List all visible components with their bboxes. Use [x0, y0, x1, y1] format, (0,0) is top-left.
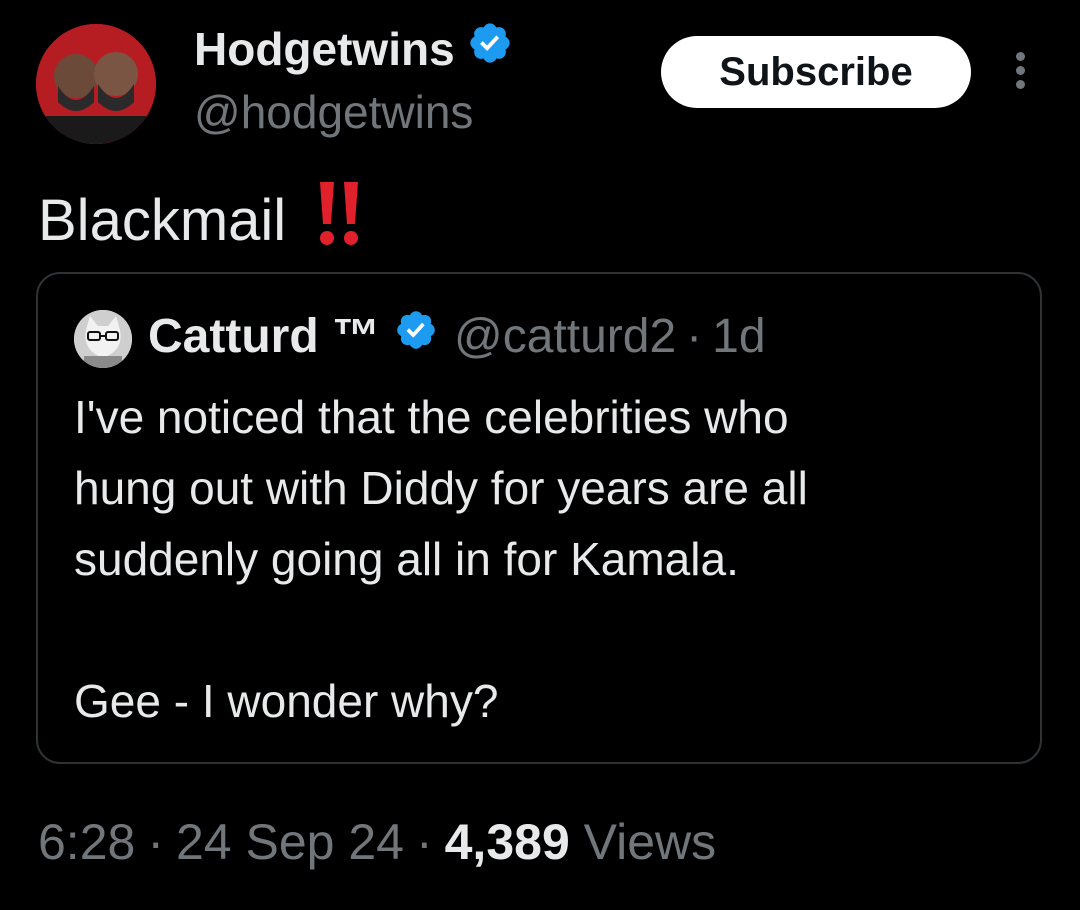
quote-separator: ·: [686, 309, 703, 363]
quote-line: hung out with Diddy for years are all: [74, 462, 808, 514]
quote-body: I've noticed that the celebrities who hu…: [74, 382, 1014, 737]
quote-timestamp[interactable]: 1d: [712, 309, 765, 364]
cat-avatar-icon: [74, 310, 132, 368]
author-name[interactable]: Hodgetwins: [194, 20, 513, 78]
verified-badge-icon: [394, 308, 438, 364]
tweet-body: Blackmail: [38, 188, 287, 253]
avatar-photo: [36, 24, 156, 144]
quote-line: suddenly going all in for Kamala.: [74, 533, 739, 585]
tweet-time[interactable]: 6:28: [38, 814, 135, 870]
meta-separator: ·: [147, 814, 164, 870]
quote-line: I've noticed that the celebrities who: [74, 391, 789, 443]
tweet-meta: 6:28 · 24 Sep 24 · 4,389 Views: [38, 810, 716, 874]
tweet-date[interactable]: 24 Sep 24: [176, 814, 404, 870]
double-exclamation-icon: [316, 178, 362, 264]
quote-handle[interactable]: @catturd2: [454, 309, 676, 364]
author-display-name[interactable]: Hodgetwins: [194, 21, 455, 77]
author-avatar[interactable]: [36, 24, 156, 144]
views-count[interactable]: 4,389: [445, 814, 570, 870]
tweet-text: Blackmail: [38, 178, 362, 264]
quote-header: Catturd ™ @catturd2 · 1d: [148, 306, 766, 366]
quote-line: Gee - I wonder why?: [74, 675, 499, 727]
subscribe-button[interactable]: Subscribe: [661, 36, 971, 108]
author-handle[interactable]: @hodgetwins: [194, 84, 473, 140]
views-label[interactable]: Views: [584, 814, 716, 870]
quoted-tweet-card[interactable]: Catturd ™ @catturd2 · 1d I've noticed th…: [36, 272, 1042, 764]
quote-display-name[interactable]: Catturd ™: [148, 309, 380, 364]
verified-badge-icon: [467, 20, 513, 78]
more-vertical-icon[interactable]: [1010, 52, 1030, 92]
quote-avatar[interactable]: [74, 310, 132, 368]
meta-separator: ·: [415, 814, 433, 870]
